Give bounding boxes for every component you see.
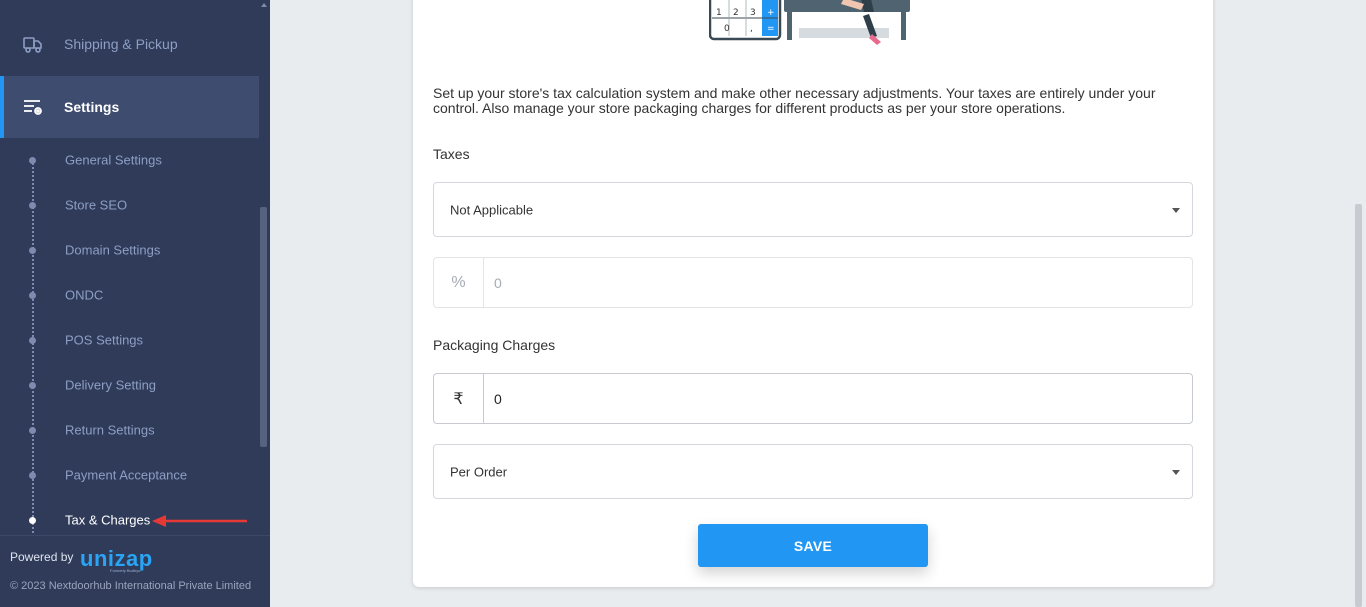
annotation-arrow-icon: [152, 515, 247, 527]
sidebar-subitem-label: General Settings: [65, 152, 162, 167]
calc-key-equals: =: [767, 24, 775, 34]
sidebar-subitem-store-seo[interactable]: Store SEO: [0, 182, 259, 227]
copyright-text: © 2023 Nextdoorhub International Private…: [10, 580, 252, 592]
sidebar-subitem-label: Payment Acceptance: [65, 467, 188, 482]
sidebar-subitem-pos-settings[interactable]: POS Settings: [0, 317, 259, 362]
bullet-dot: [29, 156, 36, 164]
chevron-down-icon: [1172, 207, 1180, 213]
tax-percent-input-group: % 0: [433, 257, 1193, 308]
powered-by-text: Powered by: [10, 550, 74, 564]
calc-key-2: 2: [733, 8, 739, 18]
sidebar-item-label: Shipping & Pickup: [64, 36, 178, 52]
tax-type-select[interactable]: Not Applicable: [433, 182, 1193, 237]
packaging-charge-type-select[interactable]: Per Order: [433, 444, 1193, 499]
logo-subtext: Formerly Bodhyo: [110, 568, 141, 573]
sidebar-subitem-label: Store SEO: [65, 197, 128, 212]
taxes-label: Taxes: [433, 146, 470, 162]
page-description: Set up your store's tax calculation syst…: [433, 85, 1156, 116]
sidebar-subitem-label: Return Settings: [65, 422, 155, 437]
calculator-illustration: 1 2 3 + 0 , =: [709, 0, 910, 45]
tax-charges-card: 1 2 3 + 0 , = Set up your store's tax ca…: [413, 0, 1213, 587]
select-value: Per Order: [450, 464, 508, 479]
packaging-charges-label: Packaging Charges: [433, 337, 556, 353]
sidebar-subitem-ondc[interactable]: ONDC: [0, 272, 259, 317]
sidebar-subitem-label: ONDC: [65, 287, 104, 302]
bullet-dot: [29, 246, 36, 254]
sidebar-subitem-domain-settings[interactable]: Domain Settings: [0, 227, 259, 272]
sidebar-scrollbar[interactable]: [260, 207, 267, 447]
bullet-dot: [29, 201, 36, 209]
rupee-icon: ₹: [434, 374, 484, 423]
bullet-dot: [29, 336, 36, 344]
sidebar-subitem-label: Delivery Setting: [65, 377, 157, 392]
bullet-dot: [29, 381, 36, 389]
sidebar-subitem-return-settings[interactable]: Return Settings: [0, 407, 259, 452]
sidebar-subitem-label: Tax & Charges: [65, 512, 151, 527]
page-scrollbar[interactable]: [1355, 204, 1362, 607]
calc-key-plus: +: [767, 8, 775, 18]
packaging-amount-input[interactable]: 0: [494, 391, 502, 407]
save-button[interactable]: SAVE: [698, 524, 928, 567]
chevron-down-icon: [1172, 469, 1180, 475]
percent-icon: %: [434, 258, 484, 307]
calc-key-comma: ,: [750, 24, 753, 34]
sidebar-item-settings[interactable]: Settings: [0, 76, 259, 138]
settings-sliders-icon: [24, 100, 42, 115]
calc-key-1: 1: [716, 8, 722, 18]
sidebar-scroll-up-arrow[interactable]: [261, 3, 267, 7]
bullet-dot: [29, 471, 36, 479]
sidebar-subitem-payment-acceptance[interactable]: Payment Acceptance: [0, 452, 259, 497]
sidebar-footer: Powered by unizap Formerly Bodhyo © 2023…: [0, 535, 270, 607]
select-value: Not Applicable: [450, 202, 534, 217]
bullet-dot: [29, 426, 36, 434]
calc-key-0: 0: [724, 24, 730, 34]
bullet-dot: [29, 291, 36, 299]
truck-icon: [23, 37, 42, 53]
sidebar-subitem-label: Domain Settings: [65, 242, 161, 257]
sidebar-subitem-delivery-setting[interactable]: Delivery Setting: [0, 362, 259, 407]
sidebar-item-shipping[interactable]: Shipping & Pickup: [0, 13, 259, 75]
sidebar-item-label: Settings: [64, 99, 120, 115]
tax-percent-input[interactable]: 0: [494, 275, 502, 291]
bullet-dot: [29, 516, 36, 524]
packaging-amount-input-group: ₹ 0: [433, 373, 1193, 424]
sidebar-subitem-general-settings[interactable]: General Settings: [0, 137, 259, 182]
sidebar-subitem-label: POS Settings: [65, 332, 144, 347]
calc-key-3: 3: [750, 8, 756, 18]
sidebar: Shipping & Pickup Settings General Setti…: [0, 0, 270, 607]
